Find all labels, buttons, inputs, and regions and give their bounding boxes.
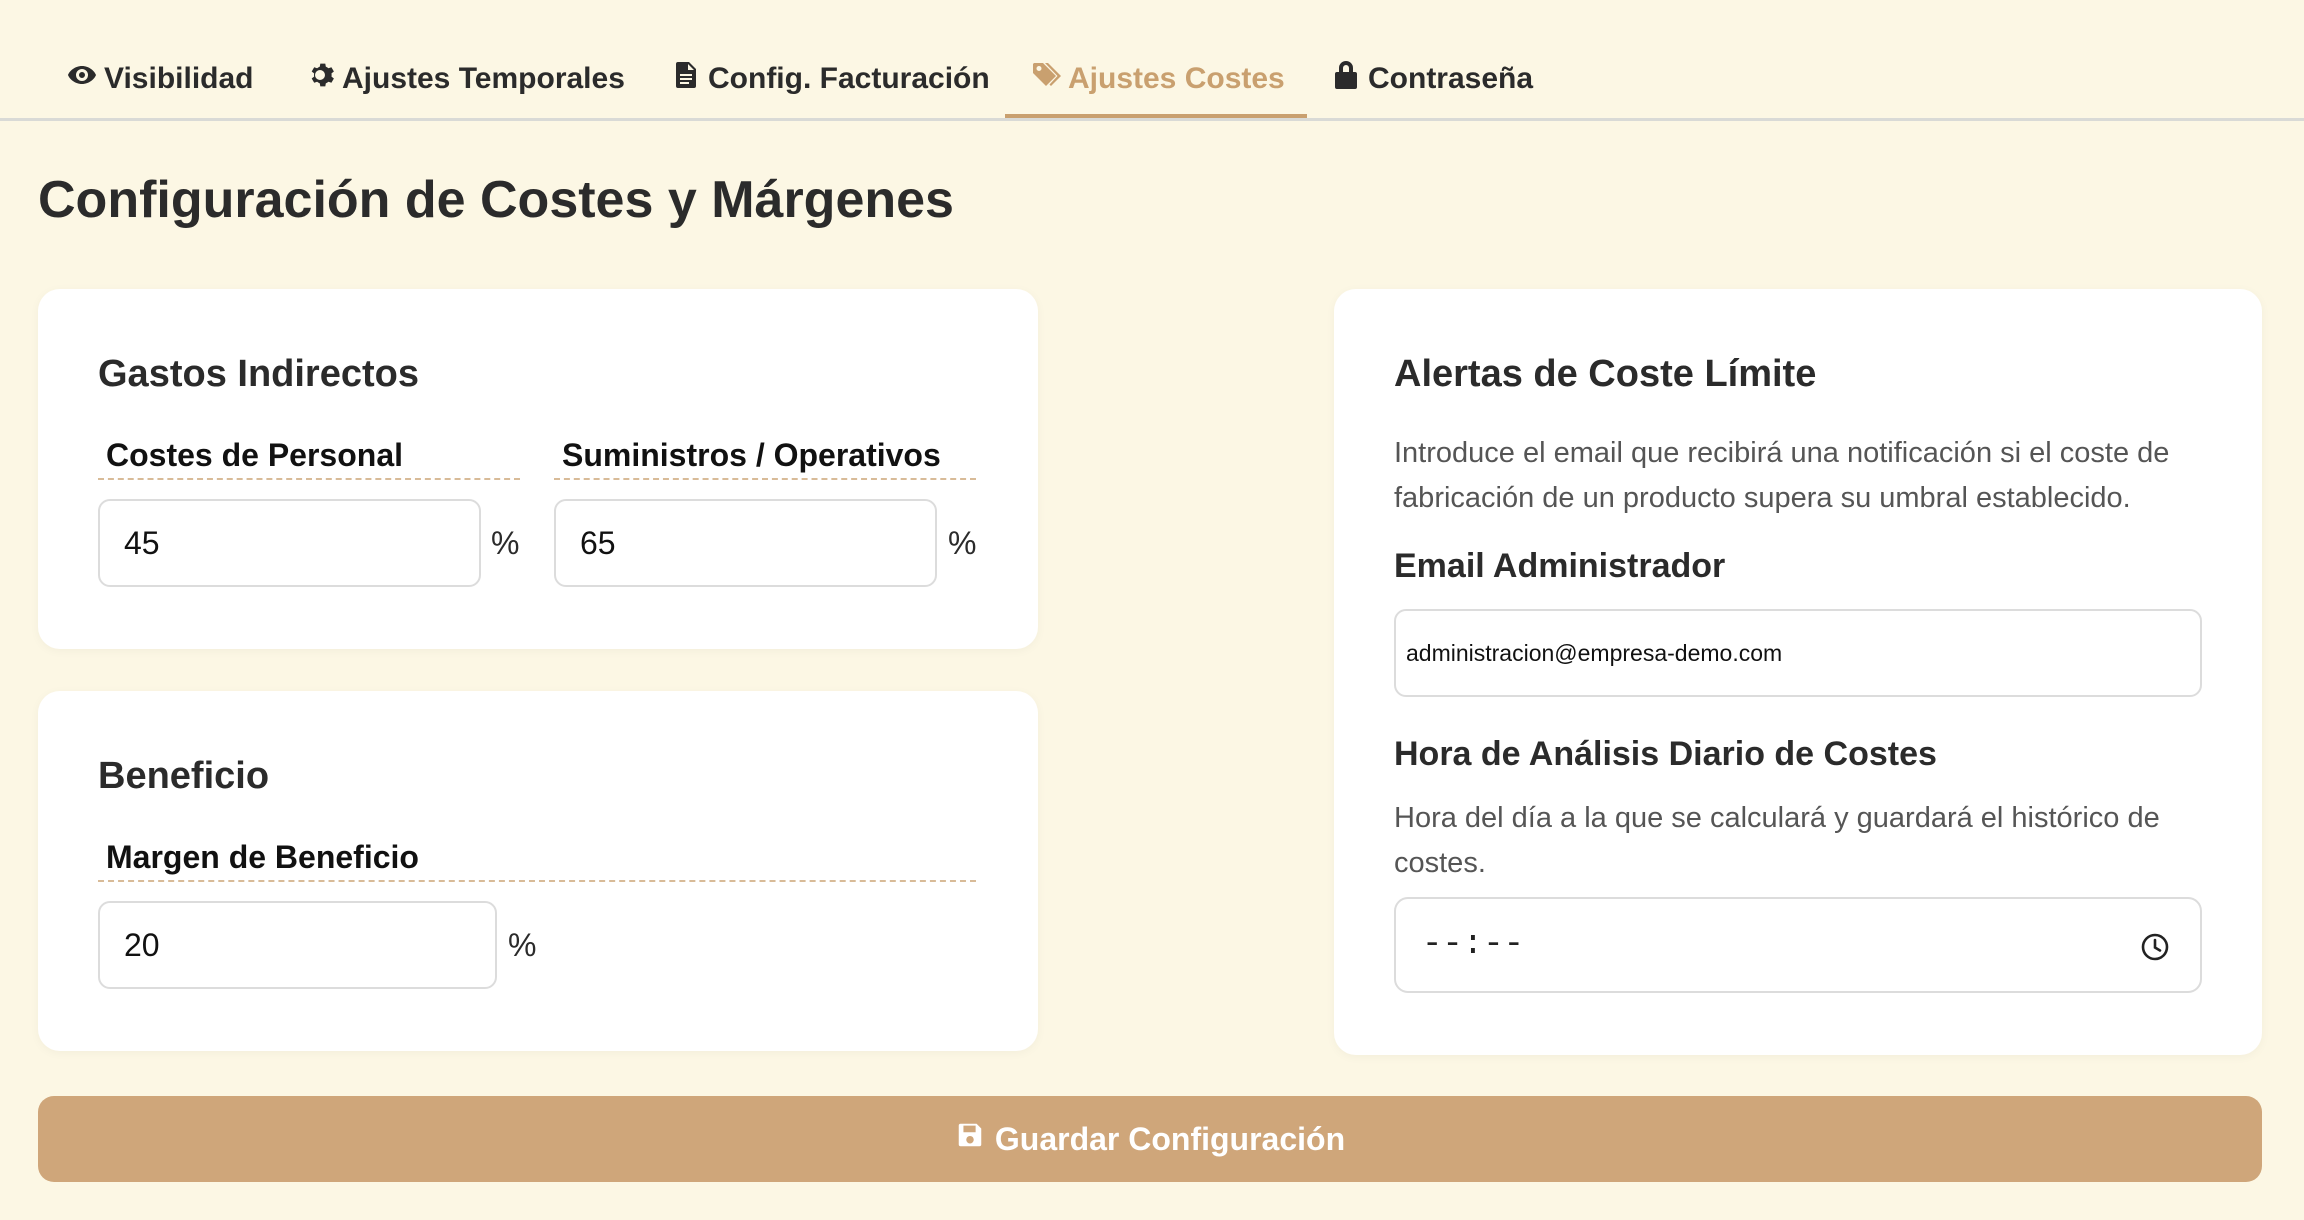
daily-analysis-time-input[interactable]: --:-- [1394,897,2202,993]
active-tab-indicator [1005,114,1307,118]
cost-alerts-title: Alertas de Coste Límite [1394,353,1817,395]
personal-percent-sign: % [491,525,520,561]
admin-email-label: Email Administrador [1394,547,1726,585]
floppy-disk-icon [955,1120,985,1158]
clock-icon[interactable] [2140,932,2170,962]
indirect-costs-card: Gastos Indirectos Costes de Personal % S… [38,289,1038,649]
tab-visibilidad[interactable]: Visibilidad [66,50,254,108]
personal-costs-input[interactable] [98,499,481,587]
save-configuration-button[interactable]: Guardar Configuración [38,1096,2262,1182]
settings-tabs: Visibilidad Ajustes Temporales Config. F… [0,0,2304,121]
profit-margin-input[interactable] [98,901,497,989]
profit-margin-label: Margen de Beneficio [98,839,976,882]
profit-card: Beneficio Margen de Beneficio % [38,691,1038,1051]
tab-label: Visibilidad [104,62,254,95]
tab-label: Config. Facturación [708,62,990,95]
personal-costs-label: Costes de Personal [98,437,520,480]
tab-ajustes-temporales[interactable]: Ajustes Temporales [304,50,625,108]
daily-analysis-time-description: Hora del día a la que se calculará y gua… [1394,802,2160,879]
eye-icon [66,59,98,99]
cost-alerts-description: Introduce el email que recibirá una noti… [1394,437,2170,514]
page-title: Configuración de Costes y Márgenes [38,171,954,229]
tab-ajustes-costes[interactable]: Ajustes Costes [1030,50,1285,108]
profit-title: Beneficio [98,755,270,797]
tab-label: Ajustes Costes [1068,62,1285,95]
daily-analysis-time-label: Hora de Análisis Diario de Costes [1394,735,1937,773]
admin-email-input[interactable] [1394,609,2202,697]
save-button-label: Guardar Configuración [994,1120,1346,1157]
gear-icon [304,59,336,99]
profit-percent-sign: % [508,927,537,963]
indirect-costs-title: Gastos Indirectos [98,353,419,395]
supplies-input[interactable] [554,499,937,587]
time-value: --:-- [1422,926,1525,964]
supplies-percent-sign: % [948,525,977,561]
supplies-label: Suministros / Operativos [554,437,976,480]
tab-label: Ajustes Temporales [342,62,625,95]
cost-alerts-card: Alertas de Coste Límite Introduce el ema… [1334,289,2262,1055]
tab-config-facturacion[interactable]: Config. Facturación [670,50,990,108]
file-icon [670,59,702,99]
tags-icon [1030,59,1062,99]
tab-contrasena[interactable]: Contraseña [1330,50,1533,108]
tab-label: Contraseña [1368,62,1534,95]
lock-icon [1330,59,1362,99]
